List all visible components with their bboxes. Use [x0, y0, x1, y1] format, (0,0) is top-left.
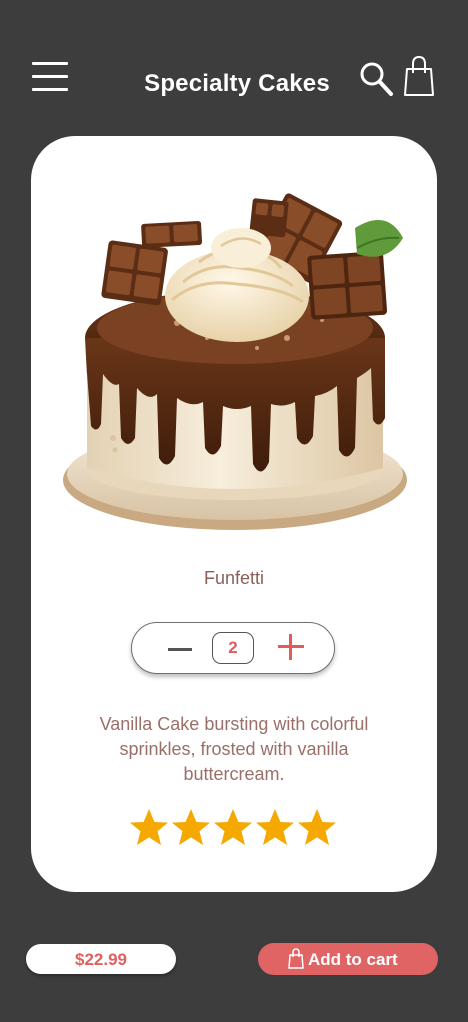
price-badge: $22.99	[26, 944, 176, 974]
product-description: Vanilla Cake bursting with colorful spri…	[99, 714, 369, 784]
star-icon	[172, 809, 210, 845]
app-header: Specialty Cakes	[0, 0, 468, 140]
product-name: Funfetti	[203, 568, 265, 588]
product-card: Funfetti 2 Vanilla Cake bursting with co…	[31, 136, 437, 892]
quantity-value[interactable]: 2	[212, 632, 254, 664]
add-to-cart-label: Add to cart	[308, 950, 398, 969]
shopping-bag-icon[interactable]	[403, 55, 435, 97]
star-icon	[256, 809, 294, 845]
star-icon	[130, 809, 168, 845]
star-icon	[214, 809, 252, 845]
plus-icon[interactable]	[278, 634, 304, 660]
shopping-bag-icon	[288, 948, 304, 969]
star-rating	[129, 808, 339, 852]
cake-image	[63, 193, 407, 530]
search-icon[interactable]	[358, 60, 394, 98]
add-to-cart-button[interactable]: Add to cart	[258, 943, 438, 975]
page-title: Specialty Cakes	[144, 70, 330, 97]
quantity-stepper: 2	[131, 622, 335, 674]
menu-line	[32, 62, 68, 65]
star-icon	[298, 809, 336, 845]
minus-icon[interactable]	[168, 648, 192, 651]
